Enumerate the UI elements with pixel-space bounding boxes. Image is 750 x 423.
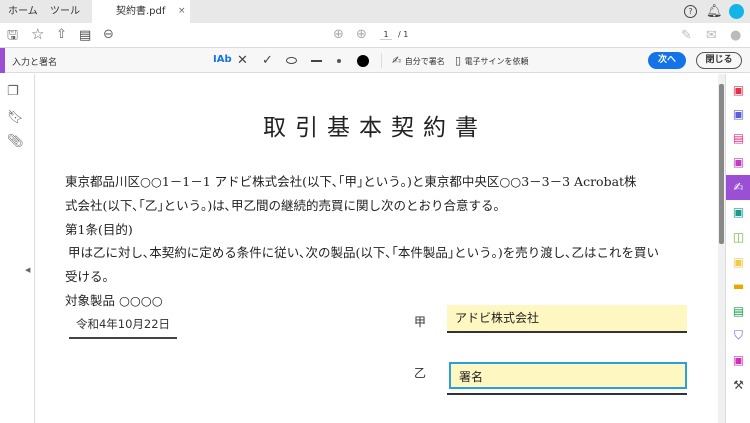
close-button[interactable]: 閉じる	[696, 52, 742, 69]
product-line: 対象製品 ○○○○	[65, 293, 163, 308]
checkmark-tool[interactable]: ✓	[262, 54, 273, 67]
bell-icon[interactable]: 🔔︎	[706, 5, 723, 18]
divider	[381, 53, 382, 68]
star-icon[interactable]: ☆	[31, 27, 44, 42]
help-icon[interactable]: ?	[684, 5, 697, 18]
zoom-out-icon[interactable]: ⊖	[103, 28, 114, 41]
ellipse-tool[interactable]	[286, 57, 297, 64]
compare-icon[interactable]: ◫	[730, 229, 747, 246]
body-line: 受ける｡	[65, 269, 109, 284]
edit-pdf-icon[interactable]: ▣	[730, 352, 747, 369]
request-esign-label: 電子サインを依頼	[464, 57, 529, 66]
next-page-icon[interactable]: ⊕	[356, 28, 367, 41]
add-text-tool[interactable]: IAb	[213, 54, 232, 65]
sign-pen-icon: ✍︎	[392, 54, 402, 67]
more-tools-icon[interactable]: ⚒︎	[730, 377, 747, 394]
compress-pdf-icon[interactable]: ▣	[730, 154, 747, 171]
upload-icon[interactable]: ⇧	[56, 28, 67, 41]
article-heading: 第1条(目的)	[65, 222, 133, 237]
body-line: 式会社(以下､｢乙｣という｡)は､甲乙間の継続的売買に関し次のとおり合意する｡	[65, 198, 500, 213]
prev-page-icon[interactable]: ⊕	[333, 28, 344, 41]
party-b-signature-field[interactable]: 署名	[449, 362, 687, 389]
accent-bar	[0, 48, 5, 73]
request-signature-icon[interactable]: ▣	[730, 204, 747, 221]
sign-yourself-label: 自分で署名	[404, 57, 445, 66]
next-button[interactable]: 次へ	[648, 52, 686, 69]
document-icon: ▯	[455, 54, 462, 67]
attach-sign-icon[interactable]: ✎	[681, 29, 692, 42]
body-line: 甲は乙に対し､本契約に定める条件に従い､次の製品(以下､｢本件製品｣という｡)を…	[68, 245, 660, 260]
avatar[interactable]	[729, 4, 744, 19]
tab-home[interactable]: ホーム	[8, 0, 38, 23]
request-esign-button[interactable]: ▯ 電子サインを依頼	[455, 54, 529, 67]
save-icon[interactable]: 🖫	[7, 29, 18, 42]
party-b-label: 乙	[414, 366, 427, 380]
fill-sign-toolbar: 入力と署名 IAb ✕ ✓ ✍︎ 自分で署名 ▯ 電子サインを依頼 次へ 閉じる	[0, 48, 750, 73]
party-a-field[interactable]: アドビ株式会社	[447, 305, 687, 333]
sign-yourself-button[interactable]: ✍︎ 自分で署名	[392, 54, 445, 67]
fill-sign-title: 入力と署名	[12, 58, 58, 68]
scrollbar-thumb[interactable]	[719, 84, 724, 244]
create-pdf-icon[interactable]: ▣	[730, 82, 747, 99]
pages-icon[interactable]: ❐	[7, 85, 19, 98]
organize-pages-icon[interactable]: ▤	[730, 130, 747, 147]
protect-icon[interactable]: ⛉	[730, 327, 747, 344]
color-picker[interactable]	[357, 55, 369, 67]
page-total: / 1	[398, 30, 409, 39]
print-icon[interactable]: ▤	[79, 29, 91, 42]
add-user-icon[interactable]: ●	[730, 29, 741, 42]
line-tool[interactable]	[311, 60, 322, 62]
signature-line	[447, 393, 687, 395]
scan-icon[interactable]: ▣	[730, 254, 747, 271]
tab-bar: ホーム ツール 契約書.pdf × ? 🔔︎	[0, 0, 750, 23]
print-production-icon[interactable]: ▤	[730, 303, 747, 320]
page-number-input[interactable]: 1	[380, 30, 392, 40]
comment-icon[interactable]: ▬	[730, 278, 747, 295]
tab-tools[interactable]: ツール	[50, 0, 80, 23]
mail-icon[interactable]: ✉	[706, 29, 717, 42]
close-tab-icon[interactable]: ×	[178, 0, 186, 23]
export-pdf-icon[interactable]: ▣	[730, 106, 747, 123]
main-toolbar: 🖫 ☆ ⇧ ▤ ⊖ ⊕ ⊕ 1 / 1 ✎ ✉ ●	[0, 23, 750, 48]
tab-document[interactable]: 契約書.pdf ×	[92, 0, 190, 23]
fill-sign-icon[interactable]: ✍︎	[726, 175, 750, 200]
expand-panel-icon[interactable]: ◀	[25, 264, 30, 277]
tools-rail: ▣ ▣ ▤ ▣ ✍︎ ▣ ◫ ▣ ▬ ▤ ⛉ ▣ ⚒︎	[725, 74, 750, 423]
body-line: 東京都品川区○○1－1－1 アドビ株式会社(以下､｢甲｣という｡)と東京都中央区…	[65, 174, 637, 189]
document-title: 取引基本契約書	[263, 115, 487, 141]
cross-mark-tool[interactable]: ✕	[237, 54, 248, 67]
tab-document-label: 契約書.pdf	[116, 6, 166, 17]
dot-tool[interactable]	[337, 59, 341, 63]
party-a-label: 甲	[414, 315, 427, 329]
date-field[interactable]: 令和4年10月22日	[69, 316, 177, 339]
